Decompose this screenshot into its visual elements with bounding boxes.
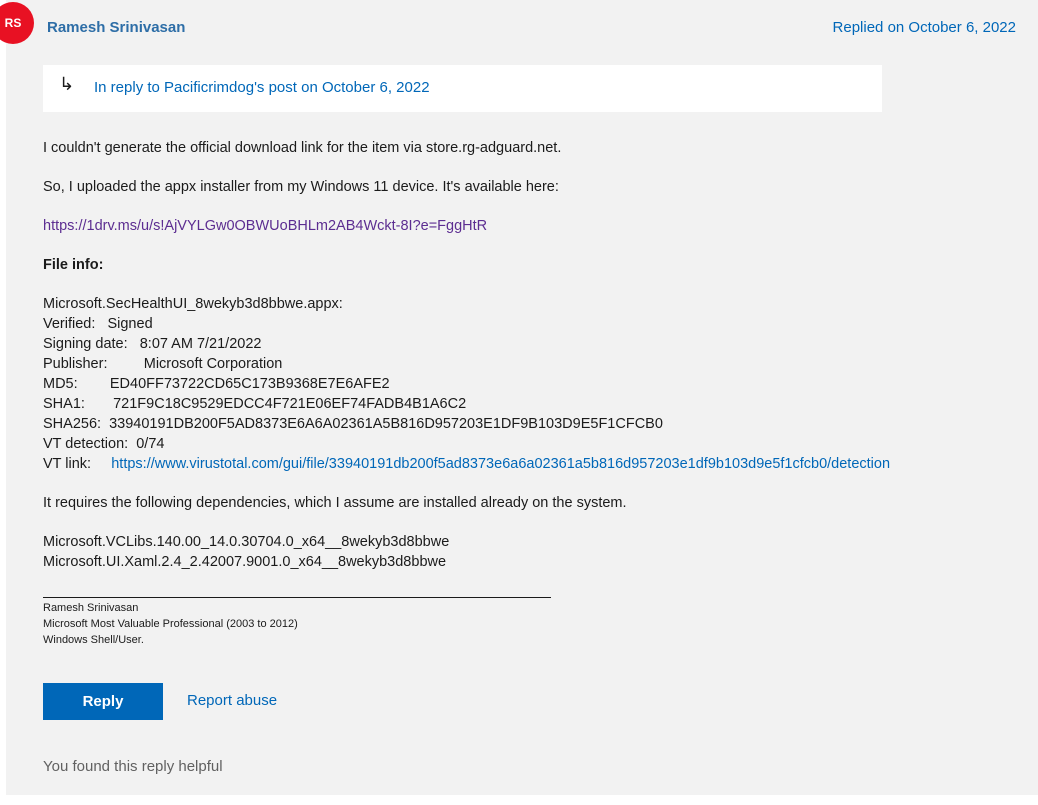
reply-arrow-icon: ↳ bbox=[59, 74, 75, 94]
download-link[interactable]: https://1drv.ms/u/s!AjVYLGw0OBWUoBHLm2AB… bbox=[43, 218, 487, 234]
body-line: I couldn't generate the official downloa… bbox=[43, 140, 562, 156]
file-name: Microsoft.SecHealthUI_8wekyb3d8bbwe.appx… bbox=[43, 296, 343, 312]
vt-link-label: VT link: bbox=[43, 456, 112, 472]
reply-card: RS Ramesh Srinivasan Replied on October … bbox=[0, 0, 1038, 795]
post-body: I couldn't generate the official downloa… bbox=[43, 138, 1033, 572]
dependency-item: Microsoft.VCLibs.140.00_14.0.30704.0_x64… bbox=[43, 534, 450, 550]
report-abuse-link[interactable]: Report abuse bbox=[187, 692, 277, 709]
vt-link-row: VT link: https://www.virustotal.com/gui/… bbox=[43, 454, 1033, 474]
in-reply-to-link[interactable]: In reply to Pacificrimdog's post on Octo… bbox=[94, 79, 430, 96]
file-info-heading: File info: bbox=[43, 257, 104, 273]
sha1-row: SHA1: 721F9C18C9529EDCC4F721E06EF74FADB4… bbox=[43, 396, 467, 412]
author-name[interactable]: Ramesh Srinivasan bbox=[47, 19, 185, 36]
replied-date[interactable]: Replied on October 6, 2022 bbox=[833, 19, 1016, 36]
signing-date-row: Signing date: 8:07 AM 7/21/2022 bbox=[43, 336, 262, 352]
signature-area: Windows Shell/User. bbox=[43, 634, 144, 646]
in-reply-to-box: ↳ In reply to Pacificrimdog's post on Oc… bbox=[43, 65, 882, 112]
sha256-row: SHA256: 33940191DB200F5AD8373E6A6A02361A… bbox=[43, 416, 663, 432]
publisher-row: Publisher: Microsoft Corporation bbox=[43, 356, 283, 372]
signature-divider bbox=[43, 597, 551, 598]
avatar[interactable]: RS bbox=[0, 2, 34, 44]
reply-button[interactable]: Reply bbox=[43, 683, 163, 720]
helpful-status: You found this reply helpful bbox=[43, 758, 223, 775]
vt-detection-row: VT detection: 0/74 bbox=[43, 436, 165, 452]
signature-title: Microsoft Most Valuable Professional (20… bbox=[43, 618, 298, 630]
md5-row: MD5: ED40FF73722CD65C173B9368E7E6AFE2 bbox=[43, 376, 390, 392]
dependencies-text: It requires the following dependencies, … bbox=[43, 495, 627, 511]
signature: Ramesh Srinivasan Microsoft Most Valuabl… bbox=[43, 590, 551, 648]
signature-name: Ramesh Srinivasan bbox=[43, 602, 139, 614]
dependency-item: Microsoft.UI.Xaml.2.4_2.42007.9001.0_x64… bbox=[43, 554, 447, 570]
verified-row: Verified: Signed bbox=[43, 316, 153, 332]
body-line: So, I uploaded the appx installer from m… bbox=[43, 179, 559, 195]
vt-link[interactable]: https://www.virustotal.com/gui/file/3394… bbox=[111, 456, 890, 472]
